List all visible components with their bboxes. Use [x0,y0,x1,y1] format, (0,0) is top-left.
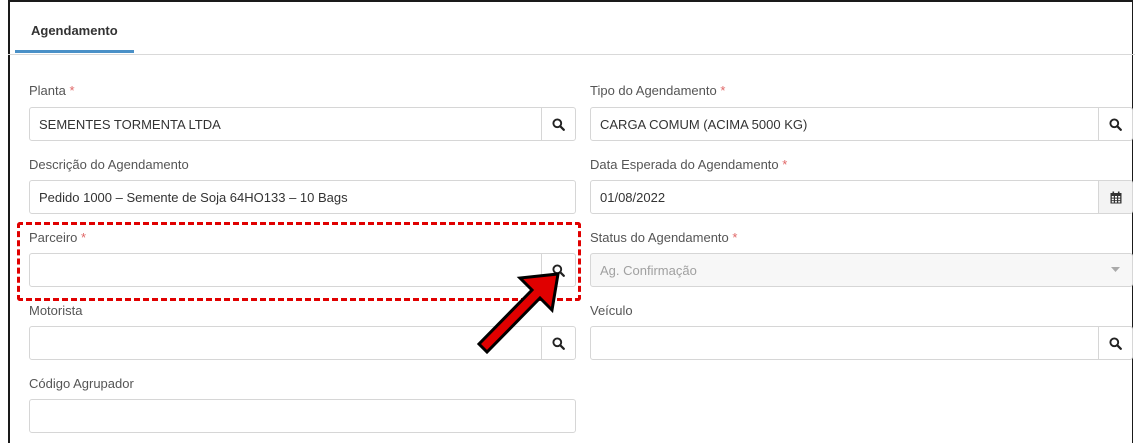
descricao-value: Pedido 1000 – Semente de Soja 64HO133 – … [39,189,348,205]
status-value: Ag. Confirmação [600,262,697,278]
codigo-agrupador-field[interactable] [29,399,576,433]
veiculo-field[interactable] [590,326,1133,360]
planta-field[interactable]: SEMENTES TORMENTA LTDA [29,107,576,141]
caret-down-icon [1099,267,1132,273]
codigo-agrupador-label: Código Agrupador [29,376,134,391]
data-esperada-field[interactable]: 01/08/2022 [590,180,1133,214]
data-esperada-label: Data Esperada do Agendamento * [590,157,788,172]
descricao-label: Descrição do Agendamento [29,157,189,172]
search-icon[interactable] [541,108,575,140]
tab-agendamento[interactable]: Agendamento [15,20,134,53]
descricao-field[interactable]: Pedido 1000 – Semente de Soja 64HO133 – … [29,180,576,214]
calendar-icon[interactable] [1098,181,1132,213]
status-label: Status do Agendamento * [590,230,738,245]
tipo-agendamento-value: CARGA COMUM (ACIMA 5000 KG) [600,116,808,132]
planta-label: Planta * [29,83,75,98]
search-icon[interactable] [1098,108,1132,140]
annotation-arrow-icon [476,272,560,355]
tipo-agendamento-field[interactable]: CARGA COMUM (ACIMA 5000 KG) [590,107,1133,141]
motorista-label: Motorista [29,303,83,318]
veiculo-label: Veículo [590,303,633,318]
planta-value: SEMENTES TORMENTA LTDA [39,116,221,132]
tab-bar: Agendamento [8,2,1135,55]
data-esperada-value: 01/08/2022 [600,189,666,205]
search-icon[interactable] [1098,327,1132,359]
tipo-agendamento-label: Tipo do Agendamento * [590,83,726,98]
status-select[interactable]: Ag. Confirmação [590,253,1133,287]
